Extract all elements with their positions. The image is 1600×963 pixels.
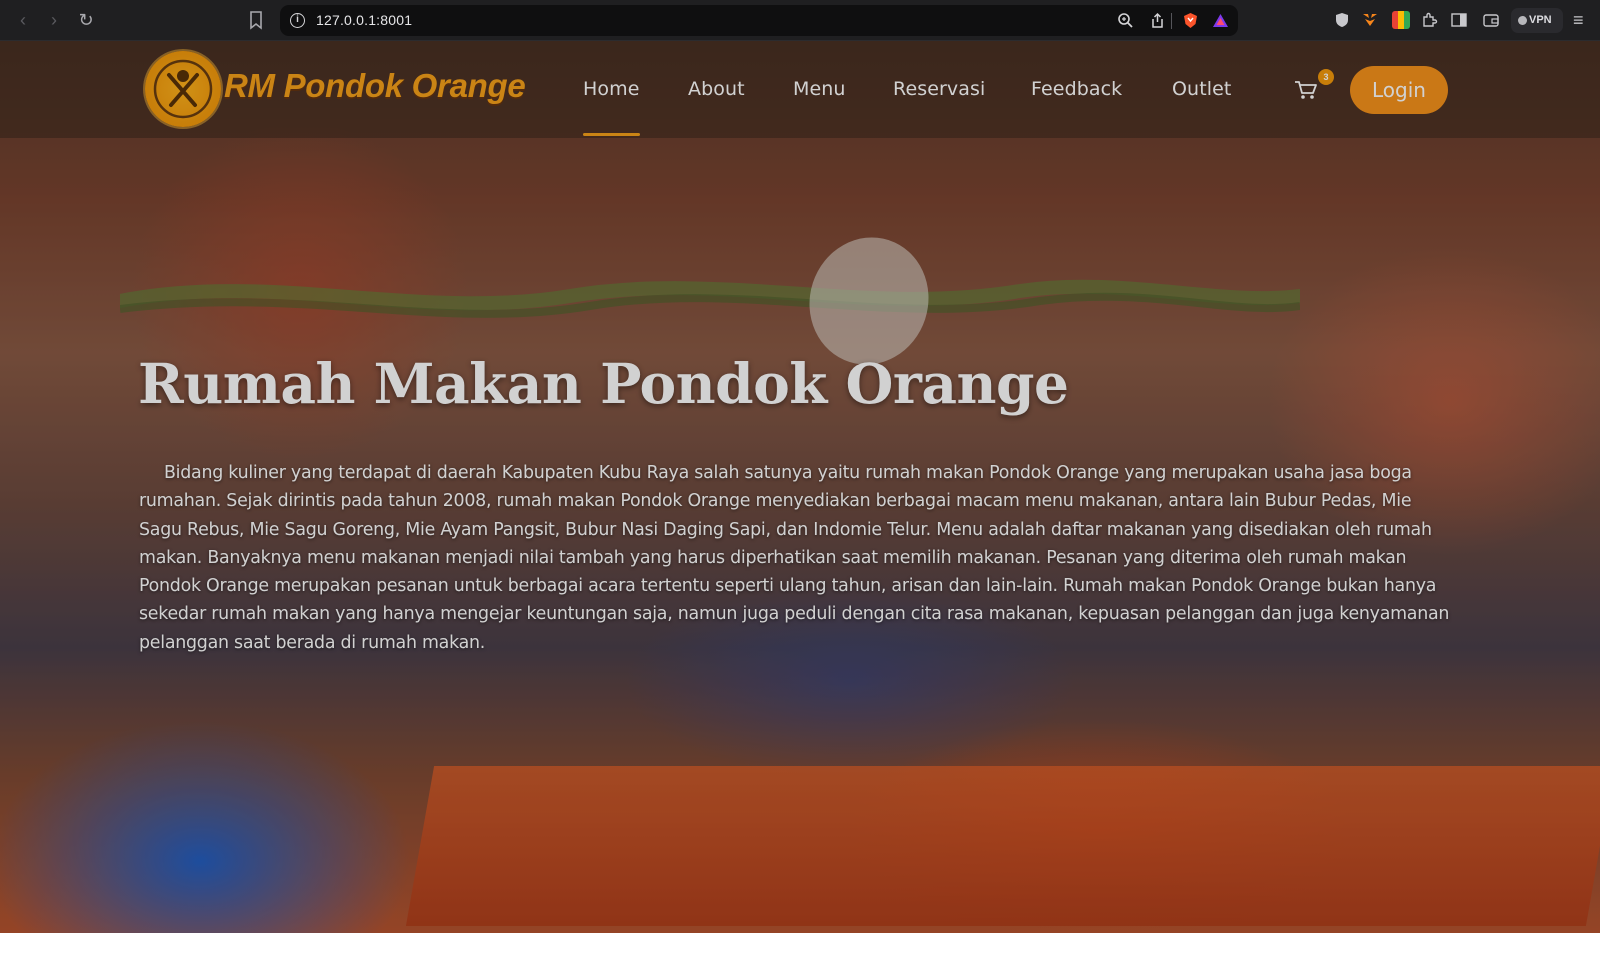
url-text[interactable]: 127.0.0.1:8001 — [316, 12, 412, 28]
info-icon[interactable]: i — [290, 13, 305, 28]
background-fan — [793, 221, 945, 381]
cart-icon[interactable] — [1294, 79, 1318, 101]
back-icon[interactable]: ‹ — [12, 9, 34, 31]
background-table — [405, 766, 1600, 926]
zoom-icon[interactable] — [1117, 12, 1134, 29]
brave-rewards-icon[interactable] — [1212, 12, 1229, 29]
nav-menu[interactable]: Menu — [793, 78, 846, 100]
logo-text[interactable]: RM Pondok Orange — [224, 67, 526, 105]
nav-about[interactable]: About — [688, 78, 745, 100]
background-vine — [120, 279, 1300, 318]
metamask-icon[interactable] — [1361, 11, 1379, 29]
forward-icon[interactable]: › — [43, 9, 65, 31]
url-divider — [1171, 13, 1172, 29]
address-bar[interactable]: i 127.0.0.1:8001 — [280, 5, 1238, 36]
login-button[interactable]: Login — [1350, 66, 1448, 114]
hero-title: Rumah Makan Pondok Orange — [138, 351, 1069, 416]
vpn-button[interactable]: VPN — [1511, 8, 1563, 33]
nav-outlet[interactable]: Outlet — [1172, 78, 1231, 100]
color-extension-icon[interactable] — [1392, 11, 1410, 29]
nav-home[interactable]: Home — [583, 78, 640, 136]
site-header: RM Pondok Orange Home About Menu Reserva… — [0, 41, 1600, 138]
nav-reservasi[interactable]: Reservasi — [893, 78, 985, 100]
bookmark-icon[interactable] — [248, 10, 264, 30]
extensions-puzzle-icon[interactable] — [1420, 11, 1438, 29]
brave-shield-icon[interactable] — [1182, 12, 1199, 29]
shield-extension-icon[interactable] — [1333, 11, 1351, 29]
hero-section: RM Pondok Orange Home About Menu Reserva… — [0, 41, 1600, 933]
hamburger-menu-icon[interactable]: ≡ — [1573, 10, 1589, 30]
share-icon[interactable] — [1149, 12, 1166, 29]
wallet-icon[interactable] — [1482, 11, 1500, 29]
browser-toolbar: ‹ › ↻ i 127.0.0.1:8001 VPN ≡ — [0, 0, 1600, 41]
hero-description: Bidang kuliner yang terdapat di daerah K… — [139, 463, 1450, 653]
cart-count-badge: 3 — [1318, 69, 1334, 85]
nav-feedback[interactable]: Feedback — [1031, 78, 1122, 100]
sidebar-toggle-icon[interactable] — [1450, 11, 1468, 29]
reload-icon[interactable]: ↻ — [75, 9, 97, 31]
logo-icon[interactable] — [145, 51, 221, 127]
